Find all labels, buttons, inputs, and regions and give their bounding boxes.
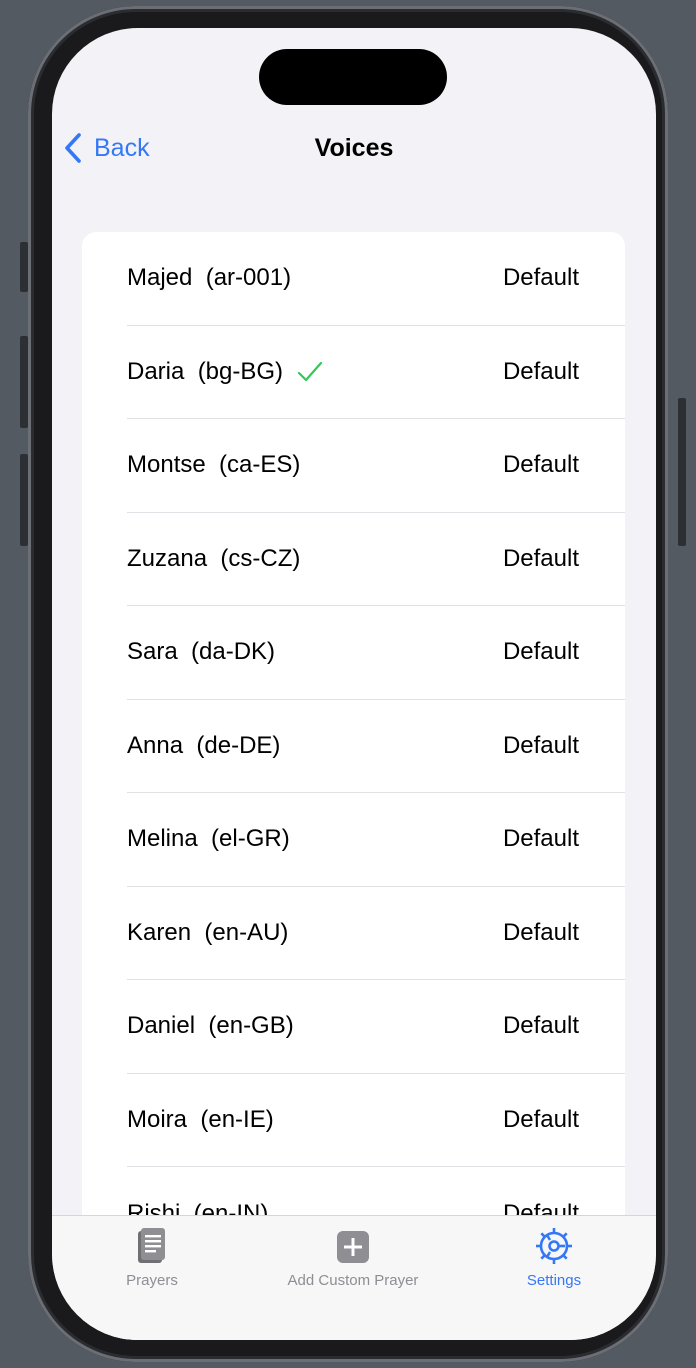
tab-label: Settings bbox=[526, 1272, 582, 1289]
tab-add-custom-prayer[interactable]: Add Custom Prayer bbox=[273, 1226, 433, 1289]
tab-bar: Prayers Add Custom Prayer Settings bbox=[52, 1215, 656, 1340]
voice-quality: Default bbox=[502, 731, 579, 759]
voice-name: Anna (de-DE) bbox=[127, 731, 281, 759]
prayers-book-icon bbox=[138, 1228, 165, 1263]
voice-quality: Default bbox=[502, 638, 579, 666]
voice-quality: Default bbox=[502, 1105, 579, 1133]
voice-quality: Default bbox=[502, 544, 579, 572]
voice-row[interactable]: Anna (de-DE) Default bbox=[127, 700, 625, 793]
voice-name: Majed (ar-001) bbox=[127, 264, 292, 292]
dynamic-island bbox=[259, 49, 447, 105]
power-button bbox=[678, 398, 686, 546]
page-title: Voices bbox=[314, 134, 394, 162]
tab-label: Add Custom Prayer bbox=[287, 1272, 419, 1289]
voice-name: Zuzana (cs-CZ) bbox=[127, 544, 301, 572]
voice-name: Sara (da-DK) bbox=[127, 638, 276, 666]
voice-row[interactable]: Majed (ar-001) Default bbox=[127, 232, 625, 326]
voice-row[interactable]: Daniel (en-GB) Default bbox=[127, 980, 625, 1074]
screen: Back Voices Majed (ar-001) Default Daria… bbox=[52, 28, 656, 1340]
voice-list: Majed (ar-001) Default Daria (bg-BG) Def… bbox=[82, 232, 625, 1340]
plus-square-icon bbox=[337, 1231, 369, 1263]
voice-row[interactable]: Sara (da-DK) Default bbox=[127, 606, 625, 700]
voice-quality: Default bbox=[502, 357, 579, 385]
tab-prayers[interactable]: Prayers bbox=[112, 1226, 192, 1289]
silent-switch bbox=[20, 242, 28, 292]
voice-row[interactable]: Melina (el-GR) Default bbox=[127, 793, 625, 887]
voice-quality: Default bbox=[502, 918, 579, 946]
voice-row[interactable]: Karen (en-AU) Default bbox=[127, 887, 625, 980]
voice-row-selected[interactable]: Daria (bg-BG) Default bbox=[127, 326, 625, 419]
voice-row[interactable]: Montse (ca-ES) Default bbox=[127, 419, 625, 513]
voice-quality: Default bbox=[502, 825, 579, 853]
voice-quality: Default bbox=[502, 451, 579, 479]
voice-name: Moira (en-IE) bbox=[127, 1105, 274, 1133]
tab-label: Prayers bbox=[126, 1272, 178, 1289]
voice-name: Karen (en-AU) bbox=[127, 918, 289, 946]
tab-settings[interactable]: Settings bbox=[514, 1226, 594, 1289]
voice-name: Montse (ca-ES) bbox=[127, 451, 301, 479]
voice-name: Melina (el-GR) bbox=[127, 825, 290, 853]
voice-name: Daniel (en-GB) bbox=[127, 1012, 294, 1040]
checkmark-icon bbox=[297, 361, 323, 383]
volume-up-button bbox=[20, 336, 28, 428]
voice-row[interactable]: Moira (en-IE) Default bbox=[127, 1074, 625, 1167]
voice-row[interactable]: Zuzana (cs-CZ) Default bbox=[127, 513, 625, 606]
gear-icon bbox=[536, 1228, 572, 1264]
voice-quality: Default bbox=[502, 1012, 579, 1040]
volume-down-button bbox=[20, 454, 28, 546]
voice-name: Daria (bg-BG) bbox=[127, 357, 284, 385]
voice-quality: Default bbox=[502, 264, 579, 292]
